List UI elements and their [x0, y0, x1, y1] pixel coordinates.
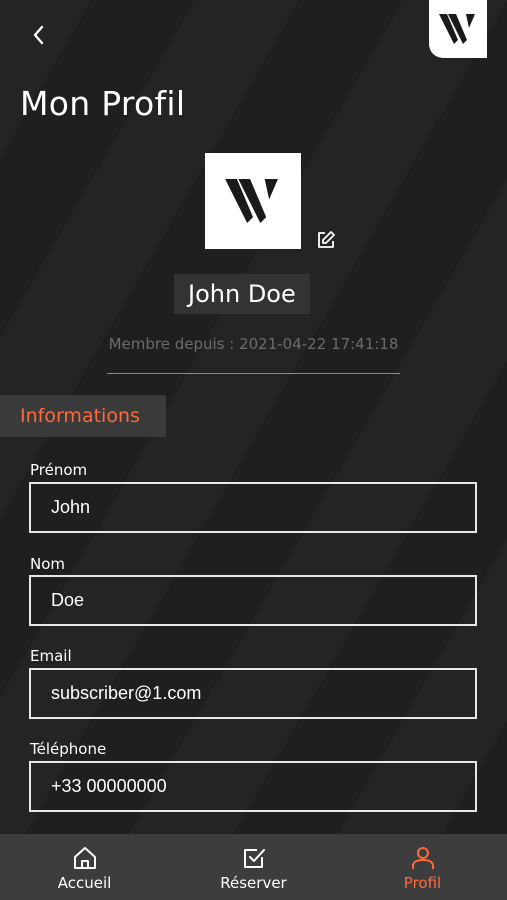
- brand-logo-icon: [225, 179, 278, 223]
- last-name-label: Nom: [30, 555, 66, 573]
- phone-field[interactable]: [29, 761, 477, 812]
- nav-item-profil[interactable]: Profil: [338, 834, 507, 900]
- user-name: John Doe: [174, 274, 310, 314]
- first-name-label: Prénom: [30, 461, 88, 479]
- user-icon: [409, 844, 437, 872]
- member-since-text: Membre depuis : 2021-04-22 17:41:18: [108, 335, 399, 353]
- divider: [107, 373, 400, 374]
- section-title-informations: Informations: [0, 395, 166, 437]
- back-button[interactable]: [24, 20, 54, 50]
- nav-item-reserver[interactable]: Réserver: [169, 834, 338, 900]
- brand-logo: [429, 0, 487, 58]
- nav-label-profil: Profil: [403, 874, 442, 892]
- nav-item-accueil[interactable]: Accueil: [0, 834, 169, 900]
- email-field[interactable]: [29, 668, 477, 719]
- page-title: Mon Profil: [20, 84, 186, 123]
- nav-label-accueil: Accueil: [57, 874, 112, 892]
- last-name-field[interactable]: [29, 575, 477, 626]
- checkbox-icon: [240, 844, 268, 872]
- bottom-navigation: Accueil Réserver Profil: [0, 834, 507, 900]
- brand-logo-icon: [439, 14, 475, 44]
- first-name-field[interactable]: [29, 482, 477, 533]
- nav-label-reserver: Réserver: [220, 874, 287, 892]
- home-icon: [71, 844, 99, 872]
- avatar: [205, 153, 301, 249]
- phone-label: Téléphone: [30, 740, 107, 758]
- edit-icon: [318, 231, 335, 248]
- chevron-left-icon: [33, 25, 44, 45]
- email-label: Email: [30, 647, 72, 665]
- edit-avatar-button[interactable]: [315, 229, 337, 251]
